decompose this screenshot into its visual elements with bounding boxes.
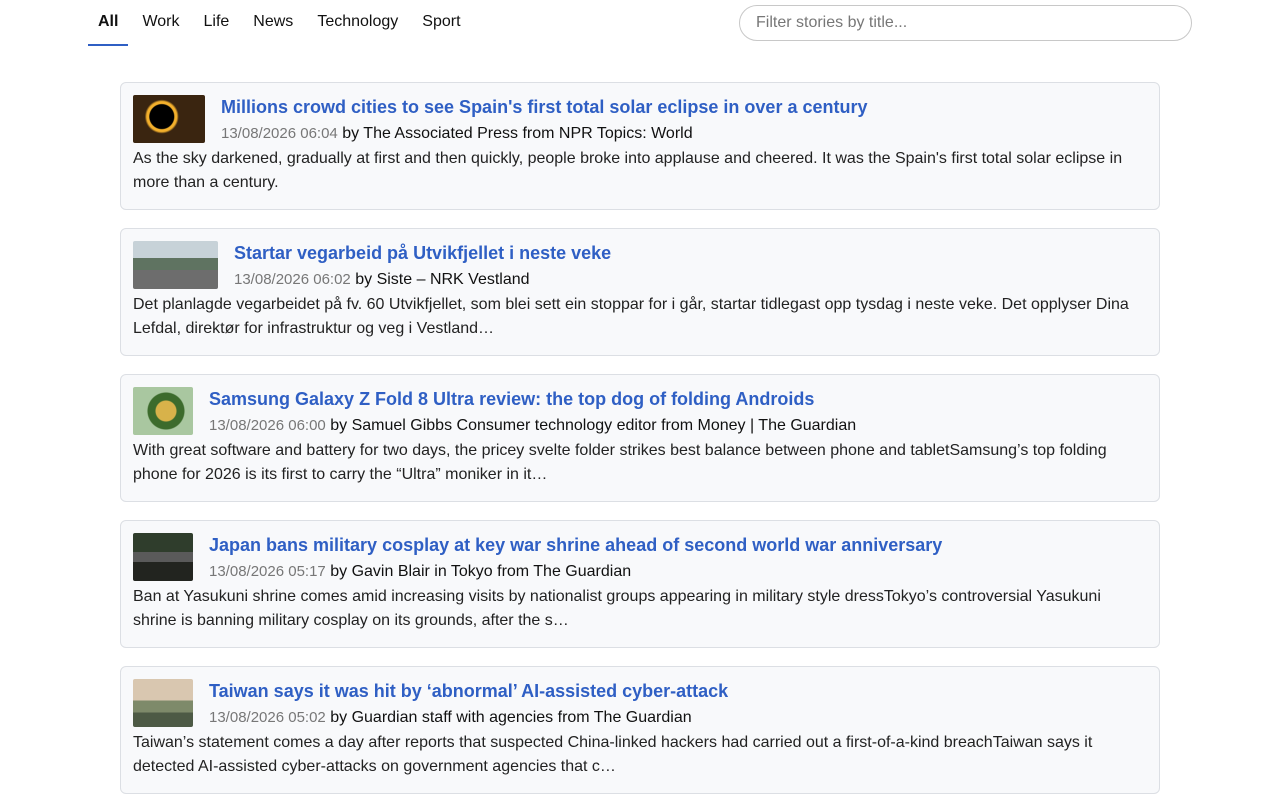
shrine-thumbnail[interactable] xyxy=(133,533,193,581)
tab-technology[interactable]: Technology xyxy=(307,0,408,46)
story-meta: 13/08/2026 06:00 by Samuel Gibbs Consume… xyxy=(133,415,1147,437)
tab-sport[interactable]: Sport xyxy=(412,0,470,46)
story-summary: With great software and battery for two … xyxy=(133,442,1107,483)
story-meta: 13/08/2026 06:02 by Siste – NRK Vestland xyxy=(133,269,1147,291)
story-summary: Ban at Yasukuni shrine comes amid increa… xyxy=(133,588,1101,629)
story-card: Japan bans military cosplay at key war s… xyxy=(120,520,1160,648)
story-title-link[interactable]: Japan bans military cosplay at key war s… xyxy=(133,533,1147,557)
filter-input[interactable] xyxy=(739,5,1192,41)
story-card: Taiwan says it was hit by ‘abnormal’ AI-… xyxy=(120,666,1160,794)
phone-thumbnail[interactable] xyxy=(133,387,193,435)
story-feed: Millions crowd cities to see Spain's fir… xyxy=(120,82,1160,812)
story-meta: 13/08/2026 06:04 by The Associated Press… xyxy=(133,123,1147,145)
story-card: Samsung Galaxy Z Fold 8 Ultra review: th… xyxy=(120,374,1160,502)
top-bar: All Work Life News Technology Sport xyxy=(0,0,1280,60)
story-byline: by The Associated Press from NPR Topics:… xyxy=(342,125,693,142)
road-thumbnail[interactable] xyxy=(133,241,218,289)
tab-work[interactable]: Work xyxy=(132,0,189,46)
story-timestamp: 13/08/2026 05:02 xyxy=(209,709,326,726)
story-title-link[interactable]: Startar vegarbeid på Utvikfjellet i nest… xyxy=(133,241,1147,265)
story-summary: As the sky darkened, gradually at first … xyxy=(133,150,1123,191)
category-tabs: All Work Life News Technology Sport xyxy=(88,0,475,46)
tab-all[interactable]: All xyxy=(88,0,129,46)
story-byline: by Gavin Blair in Tokyo from The Guardia… xyxy=(330,563,632,580)
story-timestamp: 13/08/2026 06:00 xyxy=(209,417,326,434)
story-card: Startar vegarbeid på Utvikfjellet i nest… xyxy=(120,228,1160,356)
city-thumbnail[interactable] xyxy=(133,679,193,727)
tab-news[interactable]: News xyxy=(243,0,303,46)
story-title-link[interactable]: Samsung Galaxy Z Fold 8 Ultra review: th… xyxy=(133,387,1147,411)
story-byline: by Samuel Gibbs Consumer technology edit… xyxy=(330,417,857,434)
story-byline: by Siste – NRK Vestland xyxy=(355,271,530,288)
story-title-link[interactable]: Millions crowd cities to see Spain's fir… xyxy=(133,95,1147,119)
tab-life[interactable]: Life xyxy=(194,0,240,46)
story-timestamp: 13/08/2026 06:02 xyxy=(234,271,351,288)
story-summary: Det planlagde vegarbeidet på fv. 60 Utvi… xyxy=(133,296,1129,337)
eclipse-thumbnail[interactable] xyxy=(133,95,205,143)
story-timestamp: 13/08/2026 06:04 xyxy=(221,125,338,142)
story-byline: by Guardian staff with agencies from The… xyxy=(330,709,692,726)
story-summary: Taiwan’s statement comes a day after rep… xyxy=(133,734,1093,775)
story-meta: 13/08/2026 05:17 by Gavin Blair in Tokyo… xyxy=(133,561,1147,583)
story-card: Millions crowd cities to see Spain's fir… xyxy=(120,82,1160,210)
story-meta: 13/08/2026 05:02 by Guardian staff with … xyxy=(133,707,1147,729)
story-title-link[interactable]: Taiwan says it was hit by ‘abnormal’ AI-… xyxy=(133,679,1147,703)
story-timestamp: 13/08/2026 05:17 xyxy=(209,563,326,580)
